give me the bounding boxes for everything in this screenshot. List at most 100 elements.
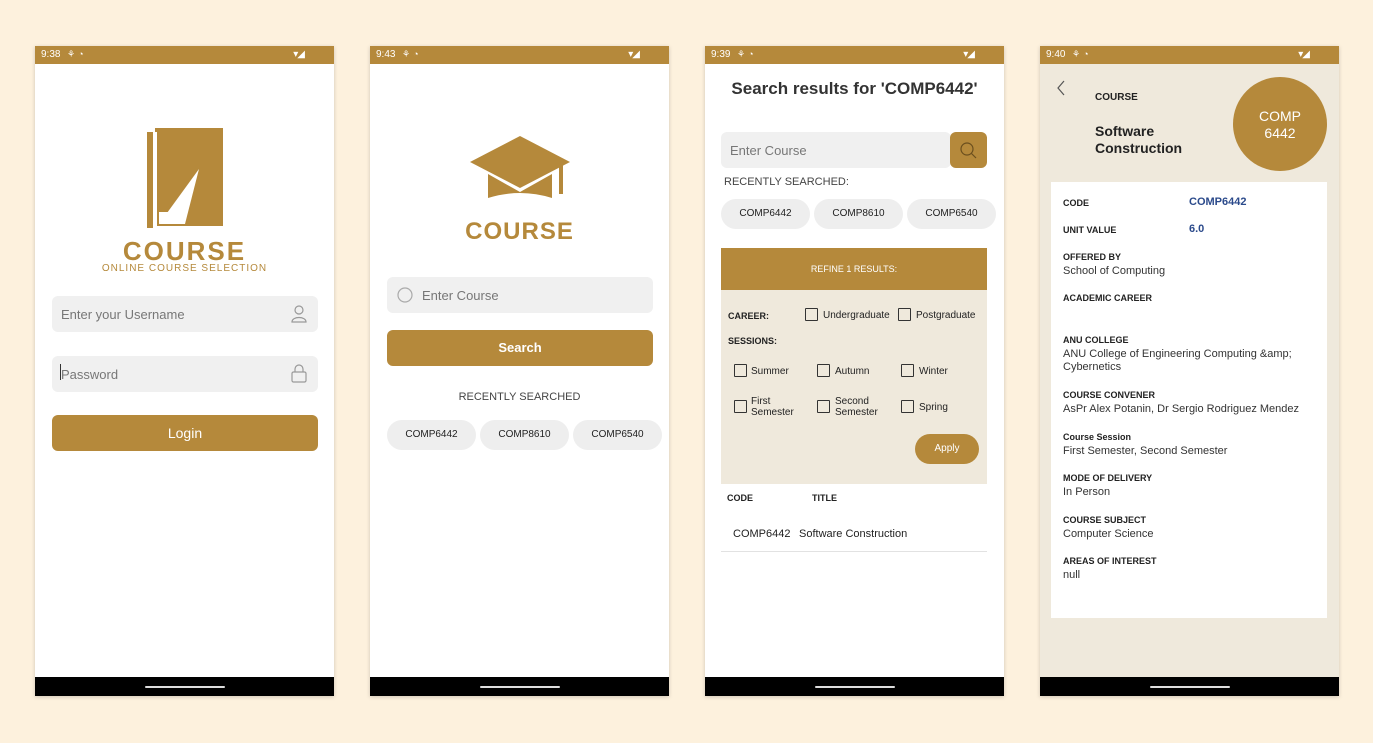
second-semester-checkbox[interactable] — [817, 400, 830, 413]
book-logo-icon — [147, 128, 223, 228]
sessions-label: SESSIONS: — [728, 336, 778, 346]
course-section-label: COURSE — [1095, 92, 1138, 103]
first-semester-checkbox[interactable] — [734, 400, 747, 413]
status-bar: 9:39 ⚘◔ ▾◢ — [705, 46, 1004, 64]
areas-of-interest-value: null — [1063, 569, 1081, 581]
summer-checkbox[interactable] — [734, 364, 747, 377]
login-screen: 9:38 ⚘◔ ▾◢ COURSE ONLINE COURSE SELECTIO… — [35, 46, 334, 696]
graduation-cap-icon — [470, 136, 570, 198]
status-time: 9:40 — [1046, 49, 1066, 60]
offered-by-value: School of Computing — [1063, 265, 1166, 277]
refine-header: REFINE 1 RESULTS: — [721, 248, 987, 290]
code-value: COMP6442 — [1189, 196, 1247, 208]
recent-chip[interactable]: COMP8610 — [814, 199, 903, 229]
home-indicator[interactable] — [480, 686, 560, 688]
badge-line-2: 6442 — [1264, 125, 1296, 141]
course-details-card: CODE COMP6442 UNIT VALUE 6.0 OFFERED BY … — [1051, 182, 1327, 618]
course-convener-label: COURSE CONVENER — [1063, 390, 1156, 400]
recent-chip[interactable]: COMP8610 — [480, 420, 569, 450]
status-time: 9:39 — [711, 49, 731, 60]
recently-searched-label: RECENTLY SEARCHED: — [724, 176, 849, 188]
course-subject-value: Computer Science — [1063, 528, 1154, 540]
home-indicator[interactable] — [815, 686, 895, 688]
career-label: CAREER: — [728, 311, 770, 321]
recent-chip[interactable]: COMP6540 — [907, 199, 996, 229]
search-button[interactable] — [950, 132, 987, 168]
title-column-header: TITLE — [812, 493, 837, 503]
unit-value: 6.0 — [1189, 223, 1205, 235]
search-icon — [960, 142, 977, 159]
username-placeholder: Enter your Username — [61, 307, 185, 322]
password-placeholder: Password — [61, 367, 119, 382]
result-code: COMP6442 — [733, 528, 791, 540]
recent-chip[interactable]: COMP6442 — [387, 420, 476, 450]
winter-checkbox[interactable] — [901, 364, 914, 377]
academic-career-label: ACADEMIC CAREER — [1063, 293, 1153, 303]
brand-title: COURSE — [465, 218, 574, 245]
course-search-field[interactable]: Enter Course — [721, 132, 951, 168]
course-search-placeholder: Enter Course — [730, 143, 807, 158]
winter-label: Winter — [919, 366, 948, 377]
filter-panel: CAREER: Undergraduate Postgraduate SESSI… — [721, 290, 987, 484]
postgraduate-checkbox[interactable] — [898, 308, 911, 321]
code-label: CODE — [1063, 198, 1090, 208]
home-indicator[interactable] — [1150, 686, 1230, 688]
course-detail-screen: 9:40 ⚘◔ ▾◢ COURSE Software Construction … — [1040, 46, 1339, 696]
course-convener-value: AsPr Alex Potanin, Dr Sergio Rodriguez M… — [1063, 403, 1300, 415]
status-time: 9:38 — [41, 49, 61, 60]
postgraduate-label: Postgraduate — [916, 310, 976, 321]
home-indicator[interactable] — [145, 686, 225, 688]
course-session-label: Course Session — [1063, 432, 1132, 442]
username-field[interactable]: Enter your Username — [52, 296, 318, 332]
course-subject-label: COURSE SUBJECT — [1063, 515, 1147, 525]
recent-chip[interactable]: COMP6540 — [573, 420, 662, 450]
status-bar: 9:43 ⚘◔ ▾◢ — [370, 46, 669, 64]
offered-by-label: OFFERED BY — [1063, 252, 1122, 262]
lock-icon — [291, 364, 307, 383]
autumn-label: Autumn — [835, 366, 870, 377]
search-icon — [397, 287, 413, 303]
unit-value-label: UNIT VALUE — [1063, 225, 1117, 235]
summer-label: Summer — [751, 366, 789, 377]
result-title: Software Construction — [799, 528, 908, 540]
signal-icon: ▾◢ — [963, 49, 975, 60]
mode-of-delivery-value: In Person — [1063, 486, 1111, 498]
recently-searched-label: RECENTLY SEARCHED — [458, 391, 581, 403]
brand-tagline: ONLINE COURSE SELECTION — [101, 263, 268, 274]
apply-button[interactable]: Apply — [915, 434, 979, 464]
first-semester-label: First Semester — [751, 396, 794, 418]
signal-icon: ▾◢ — [1298, 49, 1310, 60]
back-arrow-icon[interactable] — [1056, 80, 1066, 96]
login-button[interactable]: Login — [52, 415, 318, 451]
notification-icons: ⚘◔ — [402, 49, 422, 59]
signal-icon: ▾◢ — [293, 49, 305, 60]
password-field[interactable]: Password — [52, 356, 318, 392]
signal-icon: ▾◢ — [628, 49, 640, 60]
results-heading: Search results for 'COMP6442' — [731, 79, 978, 98]
spring-label: Spring — [919, 402, 948, 413]
results-screen: 9:39 ⚘◔ ▾◢ Search results for 'COMP6442'… — [705, 46, 1004, 696]
search-button[interactable]: Search — [387, 330, 653, 366]
anu-college-value: ANU College of Engineering Computing &am… — [1063, 348, 1292, 373]
nav-bar — [370, 677, 669, 696]
notification-icons: ⚘◔ — [67, 49, 87, 59]
course-search-field[interactable]: Enter Course — [387, 277, 653, 313]
autumn-checkbox[interactable] — [817, 364, 830, 377]
badge-line-1: COMP — [1259, 108, 1301, 124]
course-code-badge: COMP 6442 — [1233, 77, 1327, 171]
result-row[interactable]: COMP6442 Software Construction — [721, 516, 987, 552]
search-screen: 9:43 ⚘◔ ▾◢ COURSE Enter Course Search RE… — [370, 46, 669, 696]
status-bar: 9:38 ⚘◔ ▾◢ — [35, 46, 334, 64]
areas-of-interest-label: AREAS OF INTEREST — [1063, 556, 1157, 566]
code-column-header: CODE — [727, 493, 754, 503]
course-session-value: First Semester, Second Semester — [1063, 445, 1228, 457]
mode-of-delivery-label: MODE OF DELIVERY — [1063, 473, 1153, 483]
spring-checkbox[interactable] — [901, 400, 914, 413]
notification-icons: ⚘◔ — [1072, 49, 1092, 59]
nav-bar — [35, 677, 334, 696]
recent-chip[interactable]: COMP6442 — [721, 199, 810, 229]
status-bar: 9:40 ⚘◔ ▾◢ — [1040, 46, 1339, 64]
undergraduate-checkbox[interactable] — [805, 308, 818, 321]
undergraduate-label: Undergraduate — [823, 310, 890, 321]
nav-bar — [705, 677, 1004, 696]
